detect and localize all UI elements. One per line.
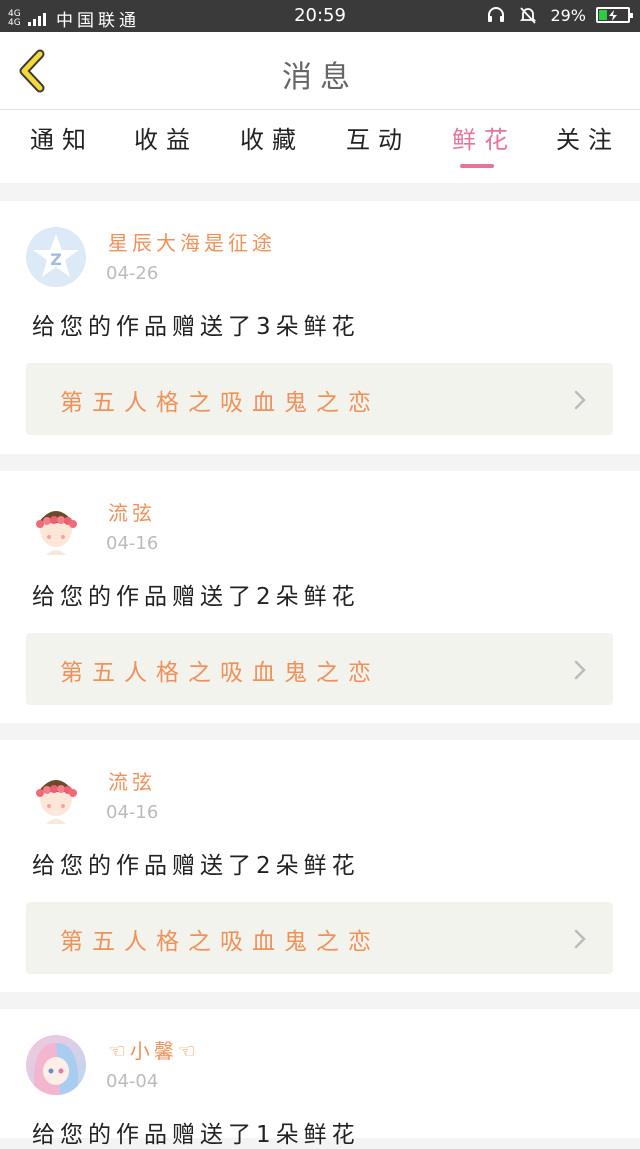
- anime-girl-avatar[interactable]: [26, 1035, 86, 1095]
- message-text: 给您的作品赠送了2朵鲜花: [32, 584, 360, 610]
- sender-name[interactable]: 星辰大海是征途: [108, 227, 276, 256]
- active-tab-indicator: [460, 164, 494, 168]
- headset-icon: [486, 5, 506, 25]
- chevron-right-icon: [574, 390, 586, 410]
- work-link[interactable]: 第五人格之吸血鬼之恋: [26, 902, 613, 974]
- svg-text:Z: Z: [50, 250, 62, 269]
- message-text: 给您的作品赠送了2朵鲜花: [32, 853, 360, 879]
- sender-name[interactable]: ☜小馨☜: [108, 1035, 200, 1064]
- tab-notifications[interactable]: 通知: [30, 120, 94, 155]
- battery-icon: [596, 7, 633, 23]
- work-title: 第五人格之吸血鬼之恋: [60, 929, 380, 955]
- tab-follows[interactable]: 关注: [556, 120, 620, 155]
- message-card: ☜小馨☜ 04-04 给您的作品赠送了1朵鲜花: [0, 1009, 640, 1148]
- message-date: 04-04: [106, 1071, 159, 1092]
- status-bar: 4G 4G 中国联通 20:59 29%: [0, 0, 640, 32]
- tab-interactions[interactable]: 互动: [346, 120, 410, 155]
- message-date: 04-16: [106, 802, 159, 823]
- work-link[interactable]: 第五人格之吸血鬼之恋: [26, 633, 613, 705]
- chevron-right-icon: [574, 660, 586, 680]
- tab-bar: 通知 收益 收藏 互动 鲜花 关注: [0, 110, 640, 183]
- tab-favorites[interactable]: 收藏: [240, 120, 304, 155]
- work-link[interactable]: 第五人格之吸血鬼之恋: [26, 363, 613, 435]
- default-star-avatar[interactable]: Z: [26, 227, 86, 287]
- page-title: 消息: [282, 60, 358, 95]
- message-text: 给您的作品赠送了3朵鲜花: [32, 314, 360, 340]
- girl-flower-crown-avatar[interactable]: [26, 497, 86, 557]
- battery-percent: 29%: [550, 5, 586, 25]
- message-text: 给您的作品赠送了1朵鲜花: [32, 1122, 360, 1148]
- message-card: Z 星辰大海是征途 04-26 给您的作品赠送了3朵鲜花 第五人格之吸血鬼之恋: [0, 201, 640, 454]
- girl-flower-crown-avatar[interactable]: [26, 766, 86, 826]
- message-date: 04-26: [106, 263, 159, 284]
- work-title: 第五人格之吸血鬼之恋: [60, 390, 380, 416]
- navigation-header: 消息: [0, 32, 640, 110]
- tab-earnings[interactable]: 收益: [134, 120, 198, 155]
- mute-bell-icon: [518, 5, 538, 25]
- work-title: 第五人格之吸血鬼之恋: [60, 660, 380, 686]
- message-date: 04-16: [106, 533, 159, 554]
- status-right: 29%: [474, 5, 633, 25]
- tab-flowers[interactable]: 鲜花: [452, 120, 516, 155]
- message-card: 流弦 04-16 给您的作品赠送了2朵鲜花 第五人格之吸血鬼之恋: [0, 471, 640, 723]
- chevron-right-icon: [574, 929, 586, 949]
- sender-name[interactable]: 流弦: [108, 766, 156, 795]
- sender-name[interactable]: 流弦: [108, 497, 156, 526]
- message-card: 流弦 04-16 给您的作品赠送了2朵鲜花 第五人格之吸血鬼之恋: [0, 740, 640, 992]
